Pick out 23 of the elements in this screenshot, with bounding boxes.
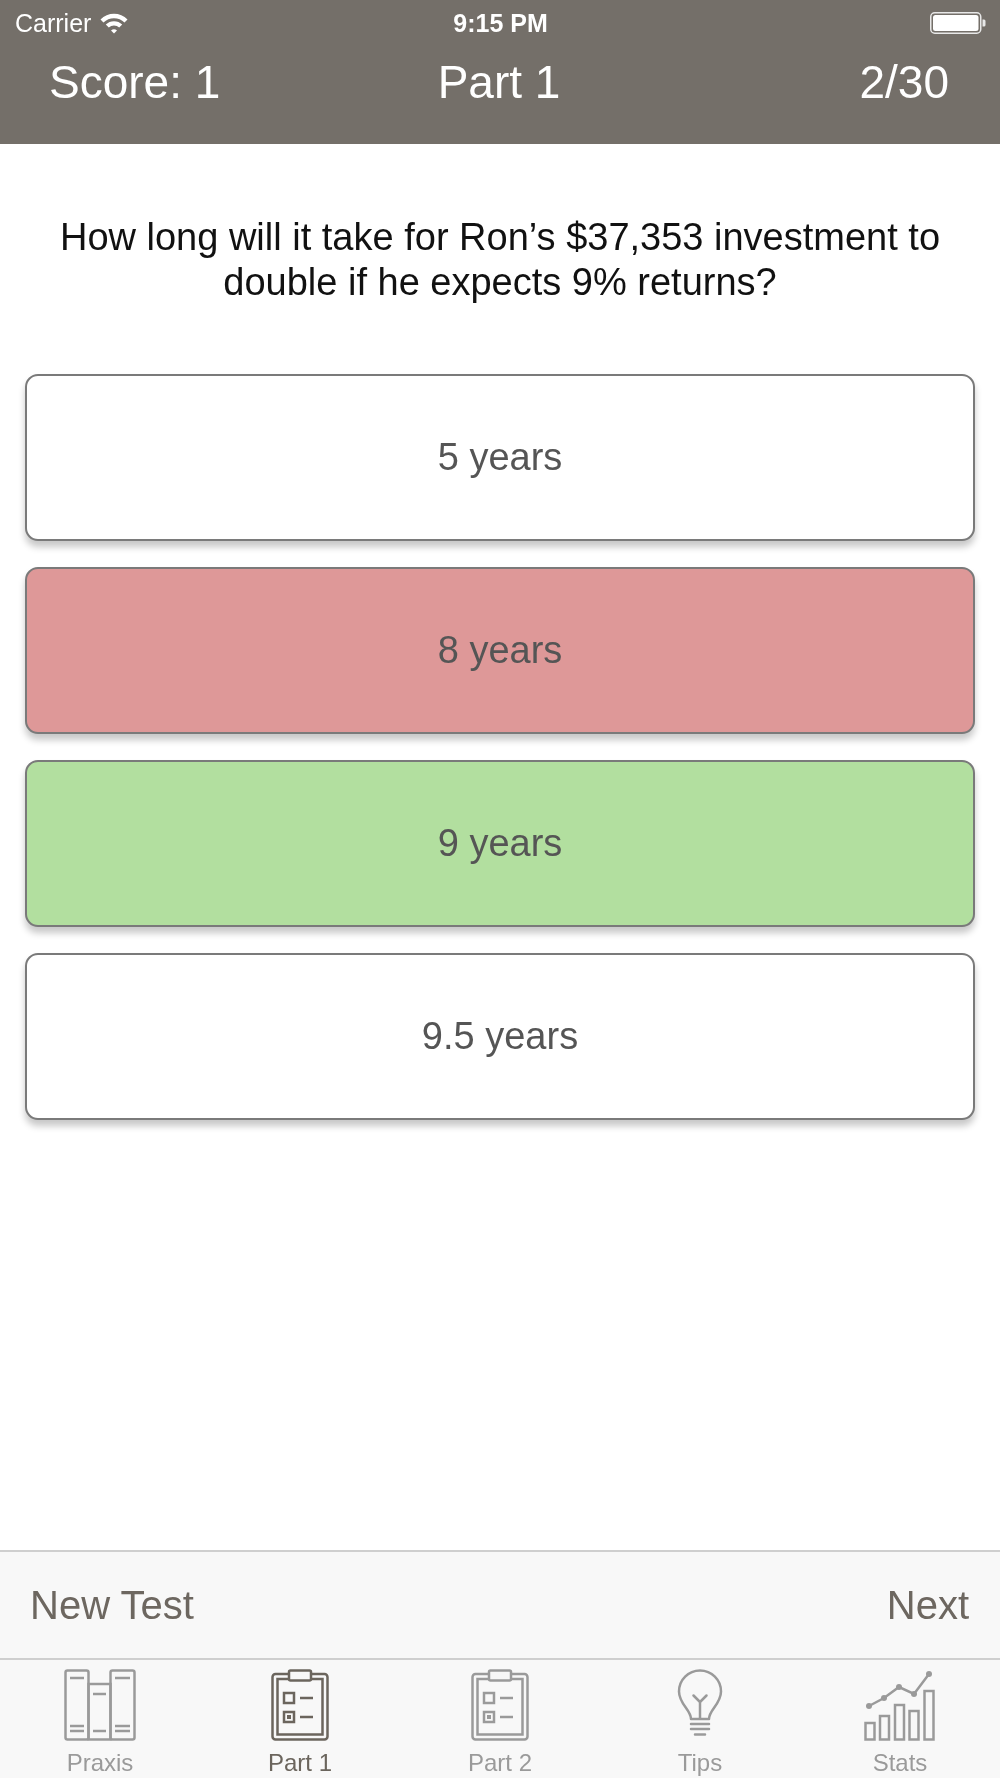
- clipboard-icon: [271, 1669, 329, 1741]
- wifi-icon: [99, 12, 130, 34]
- screen-title: Part 1: [437, 55, 561, 109]
- tab[interactable]: Praxis: [0, 1660, 200, 1778]
- books-icon: [64, 1669, 136, 1741]
- next-button[interactable]: Next: [886, 1581, 969, 1629]
- tab[interactable]: Stats: [800, 1660, 1000, 1778]
- score-label: Score: 1: [49, 55, 221, 109]
- tab[interactable]: Part 2: [400, 1660, 600, 1778]
- clipboard-icon: [471, 1669, 529, 1741]
- tab[interactable]: Tips: [600, 1660, 800, 1778]
- answer-button[interactable]: 5 years: [25, 374, 975, 541]
- answer-button[interactable]: 9.5 years: [25, 953, 975, 1120]
- question-counter: 2/30: [859, 55, 949, 109]
- new-test-button[interactable]: New Test: [30, 1581, 194, 1629]
- answer-button[interactable]: 8 years: [25, 567, 975, 734]
- battery-icon: [930, 12, 986, 34]
- clock-time: 9:15 PM: [453, 8, 548, 38]
- answer-button[interactable]: 9 years: [25, 760, 975, 927]
- tab[interactable]: Part 1: [200, 1660, 400, 1778]
- question-text: How long will it take for Ron’s $37,353 investment to double if he expects 9% returns?: [58, 215, 942, 305]
- bar-chart-icon: [864, 1669, 936, 1741]
- carrier-name: Carrier: [15, 8, 92, 38]
